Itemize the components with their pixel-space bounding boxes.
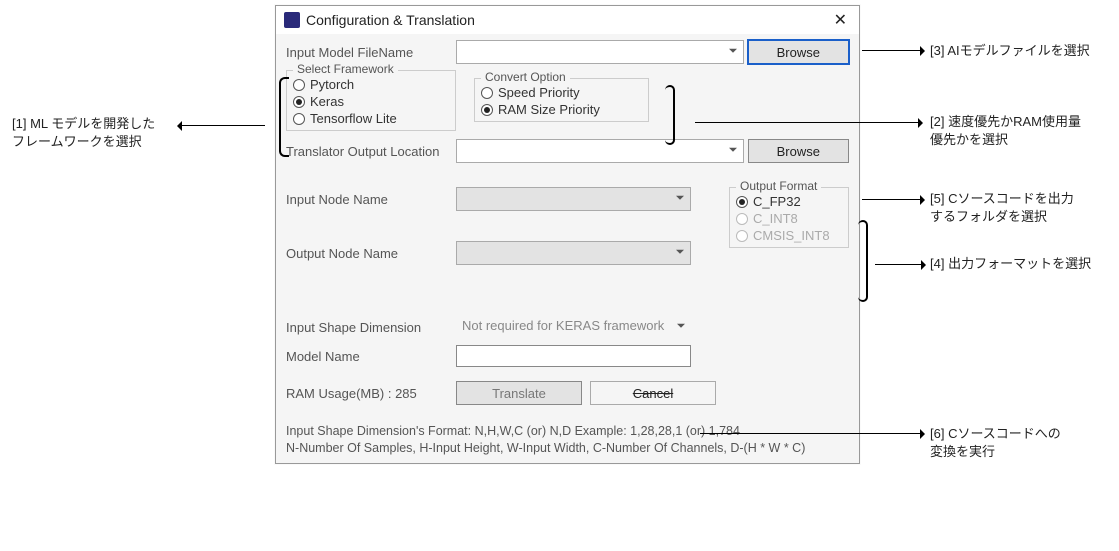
model-name-input[interactable] bbox=[456, 345, 691, 367]
label-output-node: Output Node Name bbox=[286, 246, 456, 261]
arrow-1 bbox=[180, 125, 265, 126]
titlebar: Configuration & Translation ✕ bbox=[276, 6, 859, 34]
label-translator-output: Translator Output Location bbox=[286, 144, 456, 159]
label-input-shape: Input Shape Dimension bbox=[286, 320, 456, 335]
group-output-format-title: Output Format bbox=[736, 179, 821, 193]
bracket-1 bbox=[279, 77, 289, 157]
label-input-model: Input Model FileName bbox=[286, 45, 456, 60]
row-translator-output: Translator Output Location Browse bbox=[286, 139, 849, 163]
browse-output-button[interactable]: Browse bbox=[748, 139, 849, 163]
row-model-name: Model Name bbox=[286, 345, 849, 367]
radio-cmsis-int8: CMSIS_INT8 bbox=[736, 228, 842, 243]
label-model-name: Model Name bbox=[286, 349, 456, 364]
arrow-2 bbox=[695, 122, 920, 123]
output-section: Output Format C_FP32 C_INT8 CMSIS_INT8 I… bbox=[286, 187, 849, 307]
dialog-content: Input Model FileName Browse Select Frame… bbox=[276, 34, 859, 463]
radio-speed-priority[interactable]: Speed Priority bbox=[481, 85, 642, 100]
config-translation-dialog: Configuration & Translation ✕ Input Mode… bbox=[275, 5, 860, 464]
radio-c-int8: C_INT8 bbox=[736, 211, 842, 226]
app-icon bbox=[284, 12, 300, 28]
annotation-2: [2] 速度優先かRAM使用量 優先かを選択 bbox=[930, 113, 1081, 148]
group-output-format: Output Format C_FP32 C_INT8 CMSIS_INT8 bbox=[729, 187, 849, 248]
row-input-shape: Input Shape Dimension Not required for K… bbox=[286, 315, 849, 339]
arrow-6 bbox=[700, 433, 922, 434]
radio-ram-priority[interactable]: RAM Size Priority bbox=[481, 102, 642, 117]
window-title: Configuration & Translation bbox=[306, 12, 830, 28]
translate-button[interactable]: Translate bbox=[456, 381, 582, 405]
input-shape-field: Not required for KERAS framework bbox=[456, 315, 691, 339]
row-actions: RAM Usage(MB) : 285 Translate Cancel bbox=[286, 381, 849, 405]
browse-input-button[interactable]: Browse bbox=[748, 40, 849, 64]
label-input-node: Input Node Name bbox=[286, 192, 456, 207]
arrow-4 bbox=[875, 264, 923, 265]
cancel-button[interactable]: Cancel bbox=[590, 381, 716, 405]
footer-line1: Input Shape Dimension's Format: N,H,W,C … bbox=[286, 423, 849, 440]
group-convert: Convert Option Speed Priority RAM Size P… bbox=[474, 78, 649, 122]
input-model-combo[interactable] bbox=[456, 40, 744, 64]
annotation-3: [3] AIモデルファイルを選択 bbox=[930, 42, 1090, 60]
radio-keras[interactable]: Keras bbox=[293, 94, 449, 109]
annotation-4: [4] 出力フォーマットを選択 bbox=[930, 255, 1091, 273]
annotation-1: [1] ML モデルを開発した フレームワークを選択 bbox=[12, 115, 155, 150]
group-framework: Select Framework Pytorch Keras Tensorflo… bbox=[286, 70, 456, 131]
arrow-3 bbox=[862, 50, 922, 51]
footer-line2: N-Number Of Samples, H-Input Height, W-I… bbox=[286, 440, 849, 457]
input-node-combo[interactable] bbox=[456, 187, 691, 211]
group-convert-title: Convert Option bbox=[481, 70, 570, 84]
radio-pytorch[interactable]: Pytorch bbox=[293, 77, 449, 92]
radio-tflite[interactable]: Tensorflow Lite bbox=[293, 111, 449, 126]
row-input-model: Input Model FileName Browse bbox=[286, 40, 849, 64]
group-framework-title: Select Framework bbox=[293, 62, 398, 76]
output-node-combo[interactable] bbox=[456, 241, 691, 265]
bracket-4 bbox=[858, 220, 868, 302]
label-ram-usage: RAM Usage(MB) : 285 bbox=[286, 386, 456, 401]
close-icon[interactable]: ✕ bbox=[830, 10, 851, 30]
input-shape-placeholder: Not required for KERAS framework bbox=[456, 315, 691, 336]
arrow-5 bbox=[862, 199, 922, 200]
translator-output-combo[interactable] bbox=[456, 139, 744, 163]
bracket-2 bbox=[665, 85, 675, 145]
annotation-5: [5] Cソースコードを出力 するフォルダを選択 bbox=[930, 190, 1074, 225]
radio-c-fp32[interactable]: C_FP32 bbox=[736, 194, 842, 209]
annotation-6: [6] Cソースコードへの 変換を実行 bbox=[930, 425, 1061, 460]
